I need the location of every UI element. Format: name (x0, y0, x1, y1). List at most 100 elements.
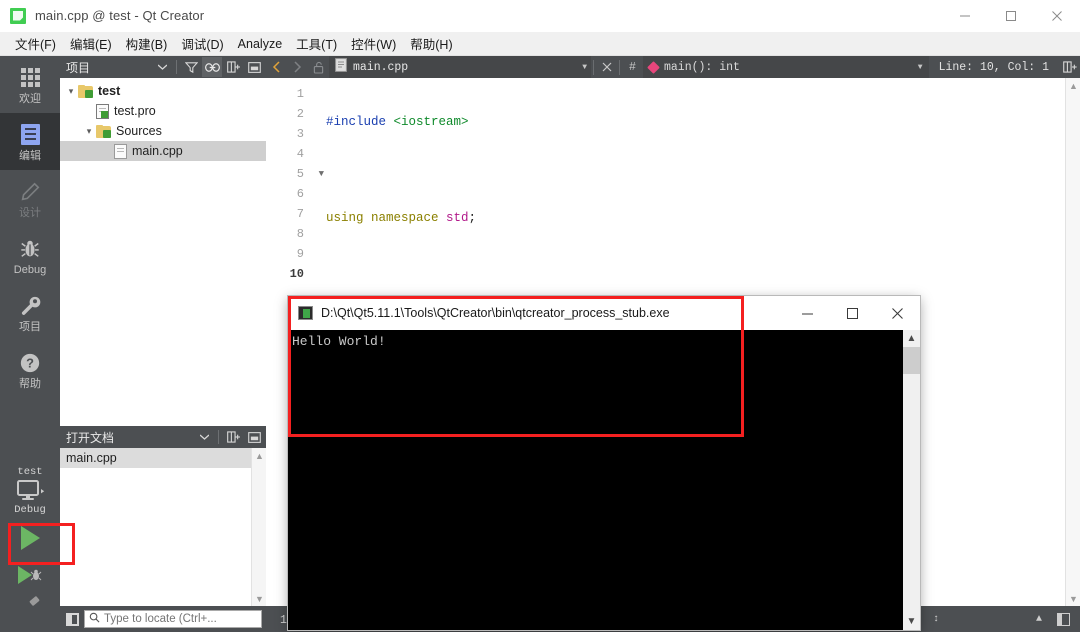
console-close-button[interactable] (875, 296, 920, 330)
sidebar-toggle-button[interactable] (60, 606, 84, 632)
scroll-up-icon[interactable]: ▲ (252, 448, 267, 463)
scrollbar-thumb[interactable] (903, 347, 920, 374)
console-minimize-button[interactable] (785, 296, 830, 330)
filter-icon[interactable] (181, 57, 201, 77)
forward-arrow-icon[interactable] (287, 56, 308, 78)
tree-item-maincpp-label: main.cpp (132, 144, 183, 158)
search-input[interactable] (104, 613, 257, 625)
line-number: 4 (296, 147, 304, 161)
expand-chevron-icon[interactable]: ▾ (64, 86, 78, 97)
console-title-bar: D:\Qt\Qt5.11.1\Tools\QtCreator\bin\qtcre… (288, 296, 920, 330)
link-icon[interactable] (202, 57, 222, 77)
scroll-down-icon[interactable]: ▼ (1066, 591, 1080, 606)
line-number: 3 (296, 127, 304, 141)
debug-run-button[interactable] (0, 558, 60, 592)
minimize-icon[interactable] (244, 427, 264, 447)
console-scrollbar[interactable]: ▲ ▼ (903, 330, 920, 630)
back-arrow-icon[interactable] (266, 56, 287, 78)
project-folder-icon (78, 84, 93, 98)
split-icon[interactable] (223, 427, 243, 447)
menu-file[interactable]: 文件(F) (8, 31, 63, 56)
function-symbol-icon (647, 60, 660, 74)
fold-chevron-icon[interactable]: ▼ (312, 164, 324, 184)
chevron-down-icon[interactable]: ▼ (582, 63, 587, 72)
split-icon[interactable] (223, 57, 243, 77)
kit-selector[interactable]: test Debug (0, 462, 60, 518)
line-number: 1 (296, 87, 304, 101)
menu-help[interactable]: 帮助(H) (403, 31, 459, 56)
open-documents-scrollbar[interactable]: ▲ ▼ (251, 448, 266, 606)
locator-field[interactable] (84, 610, 262, 628)
editor-scrollbar[interactable]: ▲ ▼ (1065, 78, 1080, 606)
expand-chevron-icon[interactable]: ▾ (82, 126, 96, 137)
unlock-icon[interactable] (308, 56, 329, 78)
mode-welcome[interactable]: 欢迎 (0, 56, 60, 113)
open-documents-panel: 打开文档 main.cpp ▲ ▼ (60, 426, 266, 606)
maximize-button[interactable] (988, 0, 1034, 32)
open-document-item[interactable]: main.cpp (60, 448, 251, 468)
scroll-up-icon[interactable]: ▲ (1066, 78, 1080, 93)
qt-creator-window: main.cpp @ test - Qt Creator 文件(F) 编辑(E)… (0, 0, 1080, 632)
project-tree[interactable]: ▾ test test.pro ▾ Sources main.cpp (60, 78, 266, 426)
console-output-area[interactable]: Hello World! ▲ ▼ (288, 330, 920, 630)
mode-help[interactable]: ? 帮助 (0, 341, 60, 398)
menu-file-label: 文件(F) (15, 38, 56, 52)
projects-panel: 项目 ▾ test test.pro ▾ Sources main.cpp (60, 56, 266, 426)
svg-text:?: ? (26, 355, 34, 370)
console-window[interactable]: D:\Qt\Qt5.11.1\Tools\QtCreator\bin\qtcre… (288, 296, 920, 630)
chevron-down-icon[interactable]: ▼ (918, 63, 923, 72)
mode-debug[interactable]: Debug (0, 227, 60, 284)
tree-item-maincpp[interactable]: main.cpp (60, 141, 266, 161)
minimize-button[interactable] (942, 0, 988, 32)
close-button[interactable] (1034, 0, 1080, 32)
menu-build[interactable]: 构建(B) (119, 31, 175, 56)
tree-item-profile[interactable]: test.pro (60, 101, 266, 121)
status-bar-right-tools: ▲ (1028, 606, 1080, 632)
mode-edit[interactable]: 编辑 (0, 113, 60, 170)
scroll-up-icon[interactable]: ▲ (903, 330, 920, 347)
menu-widgets[interactable]: 控件(W) (344, 31, 403, 56)
hash-icon[interactable]: # (622, 56, 643, 78)
chevron-down-icon[interactable] (194, 427, 214, 447)
projects-panel-tools (152, 57, 266, 77)
output-pane-updown-icon[interactable]: ↕ (925, 606, 947, 632)
minimize-icon[interactable] (244, 57, 264, 77)
bug-icon (19, 236, 41, 262)
menu-analyze-label: Analyze (237, 36, 283, 51)
tree-item-sources[interactable]: ▾ Sources (60, 121, 266, 141)
pencil-icon (19, 179, 41, 205)
run-icon (20, 526, 40, 550)
editor-toolbar: main.cpp ▼ # main(): int ▼ Line: 10, Col… (266, 56, 1080, 78)
code-line: using namespace std; (326, 208, 1080, 228)
open-documents-list[interactable]: main.cpp ▲ ▼ (60, 448, 266, 606)
menu-debug[interactable]: 调试(D) (174, 31, 230, 56)
scroll-down-icon[interactable]: ▼ (252, 591, 267, 606)
menu-edit[interactable]: 编辑(E) (63, 31, 119, 56)
split-editor-button[interactable] (1059, 56, 1080, 78)
close-editor-button[interactable] (596, 56, 617, 78)
projects-panel-title: 项目 (66, 60, 91, 75)
symbol-selector[interactable]: main(): int ▼ (643, 56, 929, 78)
mode-design-label: 设计 (19, 206, 41, 219)
editor-file-name: main.cpp (353, 60, 409, 74)
collapse-up-icon[interactable]: ▲ (1028, 606, 1050, 632)
scroll-down-icon[interactable]: ▼ (903, 613, 920, 630)
file-icon (335, 58, 347, 76)
tree-item-project[interactable]: ▾ test (60, 81, 266, 101)
run-button[interactable] (0, 518, 60, 558)
debug-run-icon (18, 566, 42, 584)
chevron-down-icon[interactable] (152, 57, 172, 77)
mode-projects[interactable]: 项目 (0, 284, 60, 341)
console-maximize-button[interactable] (830, 296, 875, 330)
code-token: <iostream> (393, 115, 469, 129)
code-token: #include (326, 115, 394, 129)
output-pane-toggle-icon[interactable] (1052, 606, 1074, 632)
line-number: 7 (296, 207, 304, 221)
mode-design[interactable]: 设计 (0, 170, 60, 227)
open-document-label: main.cpp (66, 451, 117, 465)
editor-file-selector[interactable]: main.cpp ▼ (329, 56, 591, 78)
output-tab-number: 1 (280, 614, 287, 627)
menu-tools[interactable]: 工具(T) (289, 31, 344, 56)
menu-analyze[interactable]: Analyze (231, 34, 289, 54)
